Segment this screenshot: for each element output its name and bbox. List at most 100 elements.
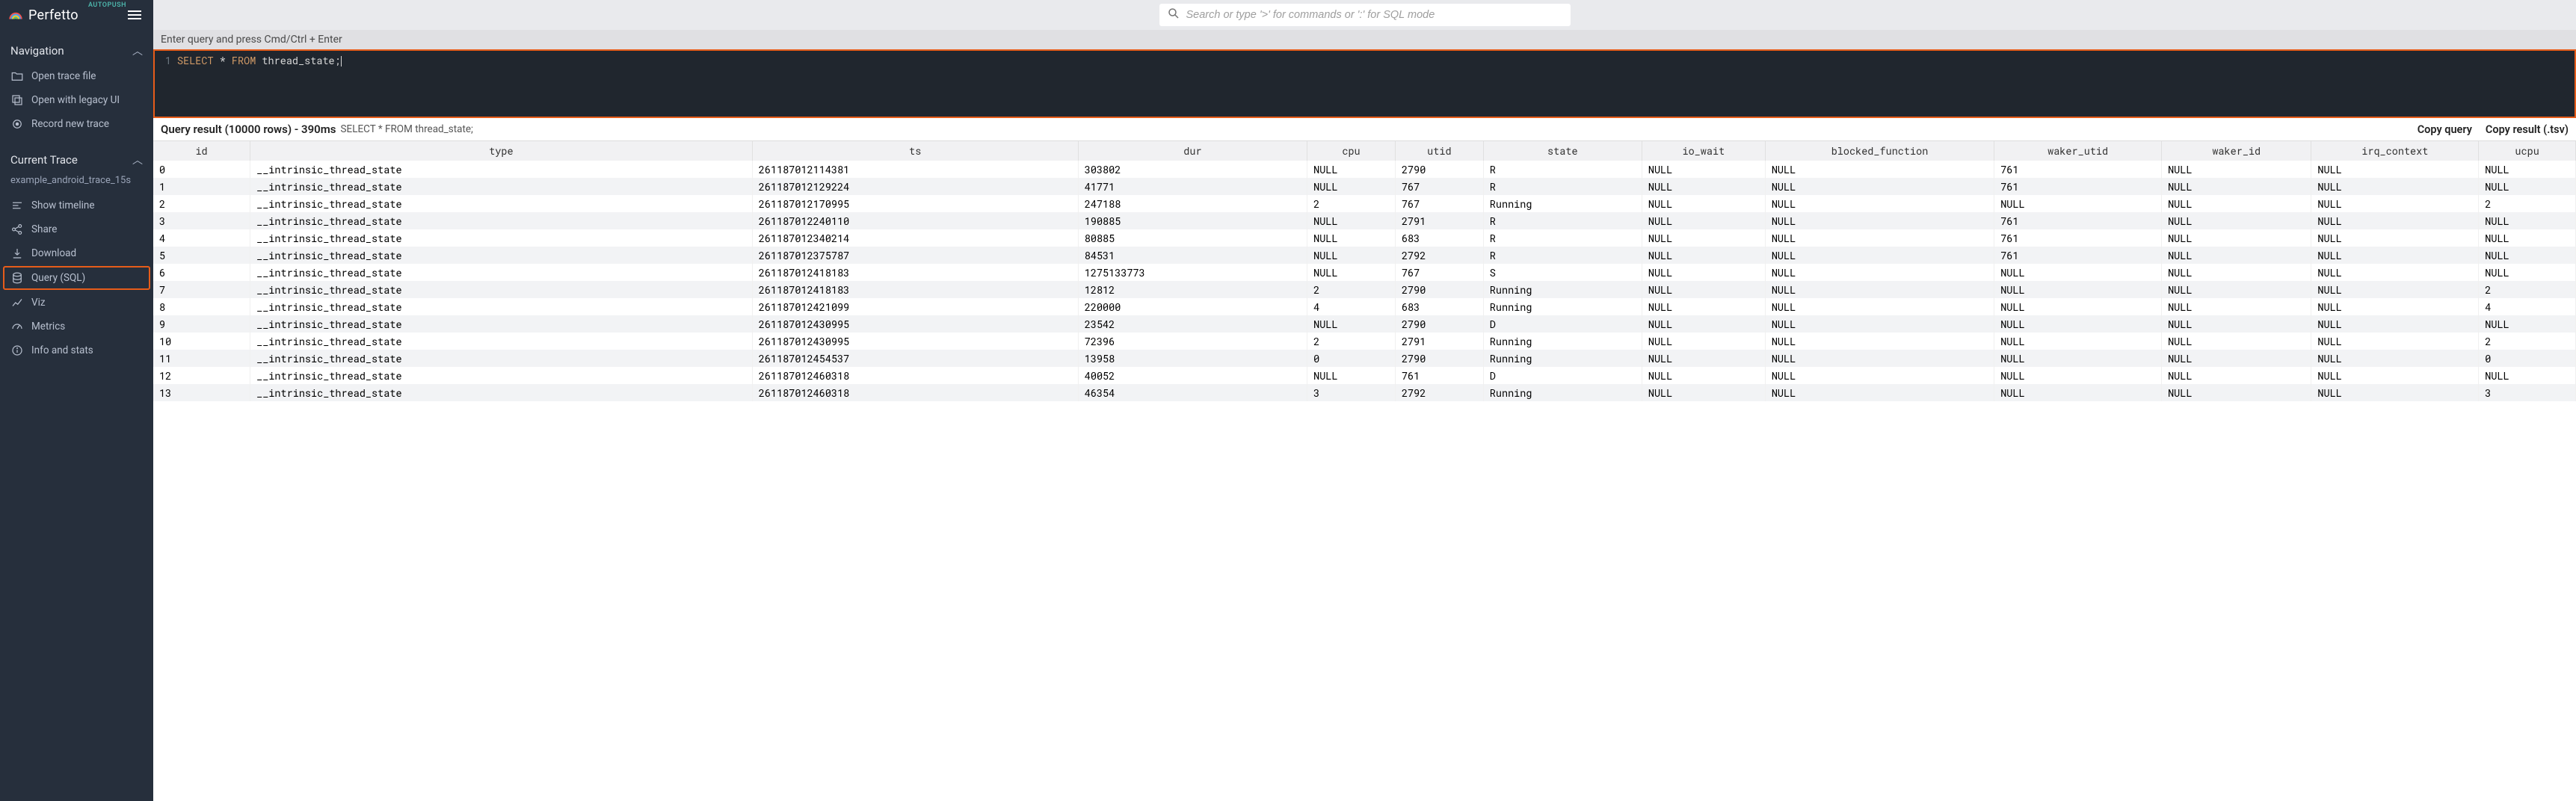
- table-row[interactable]: 1__intrinsic_thread_state261187012129224…: [153, 178, 2576, 195]
- table-row[interactable]: 0__intrinsic_thread_state261187012114381…: [153, 161, 2576, 178]
- table-row[interactable]: 2__intrinsic_thread_state261187012170995…: [153, 195, 2576, 212]
- nav-item-metrics[interactable]: Metrics: [0, 315, 153, 338]
- nav-item-label: Open trace file: [31, 70, 96, 82]
- current-trace-name: example_android_trace_15s: [0, 173, 153, 194]
- table-cell: NULL: [1307, 229, 1396, 247]
- table-cell: NULL: [1307, 264, 1396, 281]
- table-row[interactable]: 11__intrinsic_thread_state26118701245453…: [153, 350, 2576, 367]
- main-content: Enter query and press Cmd/Ctrl + Enter 1…: [153, 0, 2576, 801]
- column-header-blocked_function[interactable]: blocked_function: [1765, 141, 1994, 161]
- nav-item-show-timeline[interactable]: Show timeline: [0, 194, 153, 217]
- copy-result-button[interactable]: Copy result (.tsv): [2486, 123, 2569, 136]
- gauge-icon: [10, 320, 24, 333]
- results-table-container[interactable]: idtypetsdurcpuutidstateio_waitblocked_fu…: [153, 141, 2576, 801]
- table-row[interactable]: 9__intrinsic_thread_state261187012430995…: [153, 315, 2576, 333]
- table-row[interactable]: 3__intrinsic_thread_state261187012240110…: [153, 212, 2576, 229]
- hamburger-menu-icon[interactable]: [123, 6, 146, 24]
- table-cell: 261187012460318: [752, 384, 1078, 401]
- column-header-irq_context[interactable]: irq_context: [2311, 141, 2479, 161]
- sql-editor[interactable]: 1 SELECT * FROM thread_state;: [153, 49, 2576, 118]
- table-cell: NULL: [1642, 281, 1765, 298]
- table-cell: 0: [1307, 350, 1396, 367]
- trace-section-title: Current Trace: [10, 153, 78, 167]
- table-cell: Running: [1483, 298, 1642, 315]
- nav-item-open-trace-file[interactable]: Open trace file: [0, 64, 153, 88]
- table-cell: R: [1483, 229, 1642, 247]
- table-cell: 261187012340214: [752, 229, 1078, 247]
- table-row[interactable]: 10__intrinsic_thread_state26118701243099…: [153, 333, 2576, 350]
- table-cell: NULL: [1765, 298, 1994, 315]
- table-cell: Running: [1483, 195, 1642, 212]
- table-cell: 1: [153, 178, 250, 195]
- table-cell: 190885: [1078, 212, 1307, 229]
- table-cell: NULL: [2311, 350, 2479, 367]
- column-header-utid[interactable]: utid: [1395, 141, 1483, 161]
- table-cell: 6: [153, 264, 250, 281]
- table-cell: 5: [153, 247, 250, 264]
- table-cell: 0: [153, 161, 250, 178]
- table-row[interactable]: 8__intrinsic_thread_state261187012421099…: [153, 298, 2576, 315]
- column-header-waker_utid[interactable]: waker_utid: [1994, 141, 2162, 161]
- omnibox[interactable]: [1159, 4, 1571, 26]
- column-header-cpu[interactable]: cpu: [1307, 141, 1396, 161]
- chart-icon: [10, 296, 24, 309]
- table-cell: __intrinsic_thread_state: [250, 247, 753, 264]
- table-cell: __intrinsic_thread_state: [250, 367, 753, 384]
- table-cell: NULL: [1994, 367, 2162, 384]
- table-cell: 13958: [1078, 350, 1307, 367]
- table-cell: NULL: [2479, 315, 2576, 333]
- table-cell: 220000: [1078, 298, 1307, 315]
- table-cell: NULL: [1765, 264, 1994, 281]
- copy-icon: [10, 93, 24, 107]
- table-row[interactable]: 5__intrinsic_thread_state261187012375787…: [153, 247, 2576, 264]
- table-row[interactable]: 6__intrinsic_thread_state261187012418183…: [153, 264, 2576, 281]
- copy-query-button[interactable]: Copy query: [2418, 123, 2472, 136]
- table-cell: 2790: [1395, 315, 1483, 333]
- table-cell: 2: [153, 195, 250, 212]
- table-row[interactable]: 4__intrinsic_thread_state261187012340214…: [153, 229, 2576, 247]
- column-header-type[interactable]: type: [250, 141, 753, 161]
- table-row[interactable]: 13__intrinsic_thread_state26118701246031…: [153, 384, 2576, 401]
- nav-item-download[interactable]: Download: [0, 241, 153, 265]
- column-header-id[interactable]: id: [153, 141, 250, 161]
- column-header-io_wait[interactable]: io_wait: [1642, 141, 1765, 161]
- column-header-ucpu[interactable]: ucpu: [2479, 141, 2576, 161]
- nav-section-header[interactable]: Navigation ︿: [0, 37, 153, 64]
- table-cell: __intrinsic_thread_state: [250, 315, 753, 333]
- nav-item-open-with-legacy-ui[interactable]: Open with legacy UI: [0, 88, 153, 112]
- nav-item-label: Viz: [31, 297, 46, 309]
- table-cell: NULL: [1642, 247, 1765, 264]
- table-cell: NULL: [1307, 212, 1396, 229]
- table-cell: R: [1483, 178, 1642, 195]
- table-cell: NULL: [2479, 229, 2576, 247]
- table-cell: 3: [2479, 384, 2576, 401]
- table-cell: 683: [1395, 229, 1483, 247]
- table-cell: 303802: [1078, 161, 1307, 178]
- database-icon: [10, 271, 24, 285]
- app-logo[interactable]: Perfetto: [7, 7, 78, 23]
- nav-item-label: Share: [31, 223, 57, 235]
- table-cell: NULL: [2162, 350, 2311, 367]
- nav-item-query-sql-[interactable]: Query (SQL): [3, 266, 150, 290]
- nav-item-viz[interactable]: Viz: [0, 291, 153, 315]
- table-cell: NULL: [2479, 161, 2576, 178]
- table-cell: NULL: [2311, 333, 2479, 350]
- table-row[interactable]: 7__intrinsic_thread_state261187012418183…: [153, 281, 2576, 298]
- table-cell: NULL: [1642, 212, 1765, 229]
- column-header-waker_id[interactable]: waker_id: [2162, 141, 2311, 161]
- nav-item-record-new-trace[interactable]: Record new trace: [0, 112, 153, 136]
- column-header-state[interactable]: state: [1483, 141, 1642, 161]
- search-input[interactable]: [1186, 9, 1563, 21]
- table-row[interactable]: 12__intrinsic_thread_state26118701246031…: [153, 367, 2576, 384]
- table-cell: 761: [1994, 247, 2162, 264]
- column-header-ts[interactable]: ts: [752, 141, 1078, 161]
- table-cell: 261187012454537: [752, 350, 1078, 367]
- sidebar: Perfetto AUTOPUSH Navigation ︿ Open trac…: [0, 0, 153, 801]
- editor-gutter: 1: [155, 54, 177, 114]
- nav-item-share[interactable]: Share: [0, 217, 153, 241]
- table-cell: 8: [153, 298, 250, 315]
- trace-section-header[interactable]: Current Trace ︿: [0, 146, 153, 173]
- table-cell: 261187012430995: [752, 315, 1078, 333]
- nav-item-info-and-stats[interactable]: Info and stats: [0, 338, 153, 362]
- column-header-dur[interactable]: dur: [1078, 141, 1307, 161]
